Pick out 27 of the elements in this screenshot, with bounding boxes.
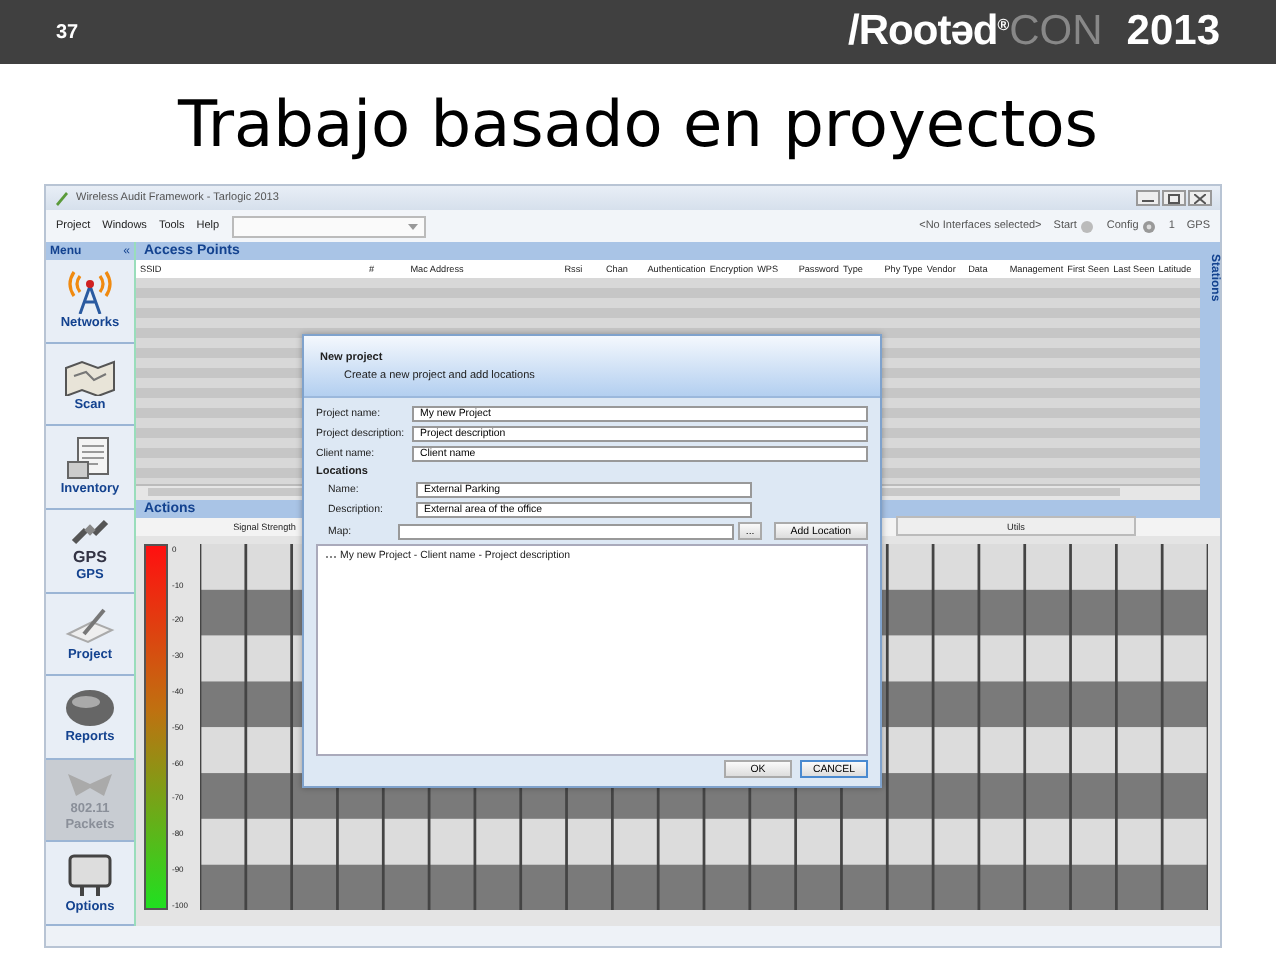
close-icon	[1194, 193, 1206, 203]
maximize-icon	[1168, 193, 1180, 203]
minimize-icon	[1142, 194, 1154, 202]
logo-year: 2013	[1126, 8, 1220, 56]
logo-text: CON	[1009, 8, 1103, 56]
circle-icon	[1080, 219, 1095, 233]
satellite-icon	[70, 518, 110, 547]
antenna-icon	[64, 270, 116, 315]
slide-title: Trabajo basado en proyectos	[175, 84, 1100, 166]
monitor-icon	[66, 853, 114, 898]
logo-mark: ®	[997, 16, 1010, 34]
input-field[interactable]	[397, 523, 734, 539]
map-icon	[62, 355, 118, 396]
document-icon	[66, 436, 114, 481]
close-button[interactable]	[1188, 190, 1212, 206]
maximize-button[interactable]	[1162, 190, 1186, 206]
pen-paper-icon	[64, 605, 116, 646]
packet-icon	[64, 768, 116, 801]
minimize-button[interactable]	[1136, 190, 1160, 206]
slide-number: 37	[56, 21, 79, 43]
logo-text: /Rootəd	[848, 8, 998, 56]
disc-icon	[64, 688, 116, 729]
gear-icon	[1142, 219, 1157, 233]
dropdown-field[interactable]	[231, 215, 426, 237]
caret-icon	[407, 223, 418, 229]
pen-icon	[54, 190, 70, 206]
gps-label: GPS	[73, 548, 107, 567]
